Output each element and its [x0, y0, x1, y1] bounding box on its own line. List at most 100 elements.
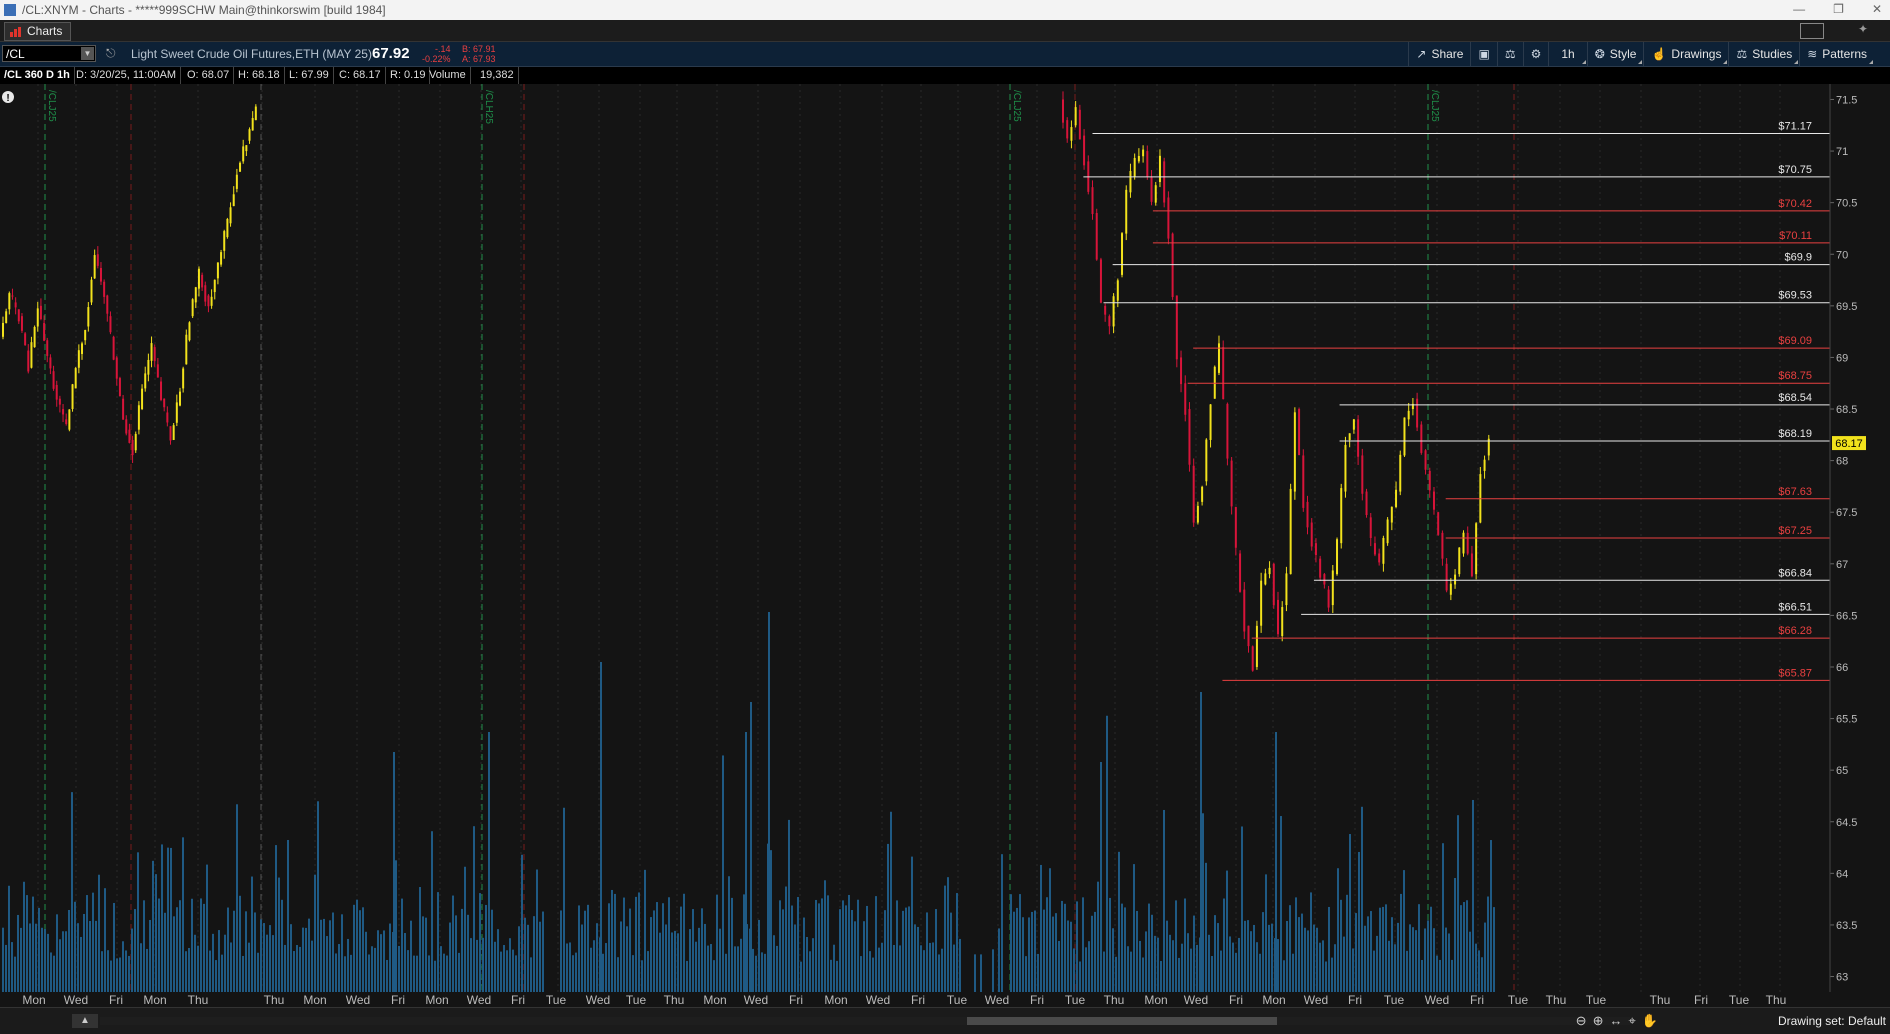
drawing-set-label[interactable]: Drawing set: Default — [1778, 1014, 1886, 1028]
candle-body — [93, 255, 96, 279]
candle-body — [1091, 187, 1094, 215]
style-label: Style — [1609, 47, 1637, 61]
time-axis-label: Thu — [1103, 993, 1125, 1007]
volume-bar — [1178, 957, 1180, 992]
candle-body — [77, 350, 80, 368]
candle-body — [207, 295, 210, 307]
volume-bar — [881, 942, 883, 992]
candle-body — [242, 146, 245, 162]
candle-body — [112, 336, 115, 360]
volume-bar — [731, 897, 733, 992]
volume-bar — [797, 897, 799, 992]
price-level-label: $66.28 — [1778, 625, 1812, 637]
detach-window-icon[interactable] — [1800, 23, 1824, 39]
volume-bar — [572, 955, 574, 992]
crosshair-icon[interactable]: ⌖ — [1628, 1013, 1635, 1029]
chart-symbol-timeframe[interactable]: /CL 360 D 1h — [0, 67, 75, 84]
volume-bar — [1118, 851, 1120, 992]
minimize-button[interactable]: — — [1793, 0, 1805, 18]
time-axis-label: Wed — [1303, 993, 1329, 1007]
price-level-label: $68.75 — [1778, 370, 1812, 382]
time-axis-label: Fri — [511, 993, 525, 1007]
share-button[interactable]: ↗ Share — [1408, 42, 1470, 66]
candle-body — [226, 219, 229, 238]
candle-body — [153, 347, 156, 361]
volume-bar — [521, 854, 523, 992]
volume-bar — [653, 910, 655, 992]
volume-bar — [215, 960, 217, 992]
bid-price: B: 67.91 — [462, 44, 496, 54]
volume-bar — [440, 946, 442, 992]
volume-bar — [491, 909, 493, 992]
candle-body — [43, 323, 46, 341]
volume-bar — [248, 942, 250, 992]
volume-study-label[interactable]: Volume — [425, 67, 471, 84]
candle-body — [1373, 543, 1376, 555]
candle-body — [1340, 488, 1343, 544]
volume-bar — [1097, 881, 1099, 992]
volume-bar — [578, 905, 580, 992]
volume-bar — [287, 839, 289, 992]
settings-button[interactable]: ⚙ — [1522, 42, 1549, 66]
volume-bar — [1268, 924, 1270, 992]
time-axis-label: Mon — [824, 993, 848, 1007]
volume-bar — [44, 929, 46, 992]
volume-bar — [209, 950, 211, 992]
volume-bar — [842, 900, 844, 992]
time-axis-label: Thu — [263, 993, 285, 1007]
timeframe-button[interactable]: 1h — [1548, 42, 1586, 66]
volume-bar — [698, 927, 700, 992]
symbol-dropdown-icon[interactable]: ▼ — [81, 47, 94, 60]
volume-bar — [575, 952, 577, 992]
chart-tools: ↗ Share ▣ ⚖ ⚙ 1h ❂ Style ☝ Drawings ⚖ St… — [1408, 42, 1874, 66]
candle-body — [1142, 149, 1145, 157]
volume-bar — [488, 732, 490, 992]
price-level-label: $70.75 — [1778, 164, 1812, 176]
collapse-button[interactable]: ▲ — [72, 1014, 98, 1028]
horizontal-scrollbar[interactable] — [100, 1017, 1630, 1025]
candle-body — [1074, 107, 1077, 126]
volume-bar — [824, 880, 826, 992]
volume-bar — [506, 950, 508, 992]
volume-bar — [569, 942, 571, 992]
flask-button[interactable]: ⚖ — [1496, 42, 1523, 66]
price-chart[interactable]: /CLJ25/CLH25/CLJ25/CLJ25 $71.17 $70.75 $70.… — [0, 84, 1890, 994]
zoom-in-icon[interactable]: ⊕ — [1593, 1013, 1604, 1029]
restore-button[interactable]: ❐ — [1833, 0, 1844, 18]
volume-bar — [542, 911, 544, 992]
candle-body — [1066, 120, 1069, 139]
patterns-button[interactable]: ≋ Patterns — [1799, 42, 1874, 66]
time-axis-label: Fri — [391, 993, 405, 1007]
chart-area[interactable]: /CLJ25/CLH25/CLJ25/CLJ25 $71.17 $70.75 $70.… — [0, 84, 1890, 994]
volume-bar — [416, 955, 418, 992]
close-button[interactable]: ✕ — [1872, 0, 1882, 18]
scrollbar-thumb[interactable] — [967, 1017, 1277, 1025]
pan-horizontal-icon[interactable]: ↔ — [1609, 1013, 1622, 1029]
candle-body — [1188, 409, 1191, 465]
hand-tool-icon[interactable]: ✋ — [1642, 1013, 1658, 1029]
candle-body — [1386, 519, 1389, 544]
volume-bar — [20, 927, 22, 992]
screenshot-button[interactable]: ▣ — [1470, 42, 1496, 66]
volume-bar — [464, 866, 466, 992]
drawings-button[interactable]: ☝ Drawings — [1643, 42, 1728, 66]
link-icon[interactable]: ⎋ — [106, 46, 116, 60]
candle-body — [1083, 135, 1086, 166]
volume-bar — [929, 942, 931, 992]
studies-button[interactable]: ⚖ Studies — [1728, 42, 1799, 66]
tab-charts[interactable]: Charts — [4, 22, 72, 41]
volume-bar — [356, 899, 358, 992]
volume-bar — [158, 898, 160, 992]
volume-bar — [1229, 936, 1231, 992]
volume-bar — [647, 951, 649, 992]
pin-icon[interactable]: ✦ — [1858, 22, 1868, 36]
price-axis-label: 71 — [1836, 146, 1848, 158]
zoom-out-icon[interactable]: ⊖ — [1576, 1013, 1587, 1029]
volume-bar — [272, 935, 274, 992]
volume-bar — [770, 850, 772, 992]
candle-body — [1369, 517, 1372, 538]
volume-bar — [1364, 925, 1366, 992]
patterns-label: Patterns — [1822, 47, 1867, 61]
symbol-input[interactable]: /CL ▼ — [2, 45, 96, 62]
style-button[interactable]: ❂ Style — [1586, 42, 1644, 66]
